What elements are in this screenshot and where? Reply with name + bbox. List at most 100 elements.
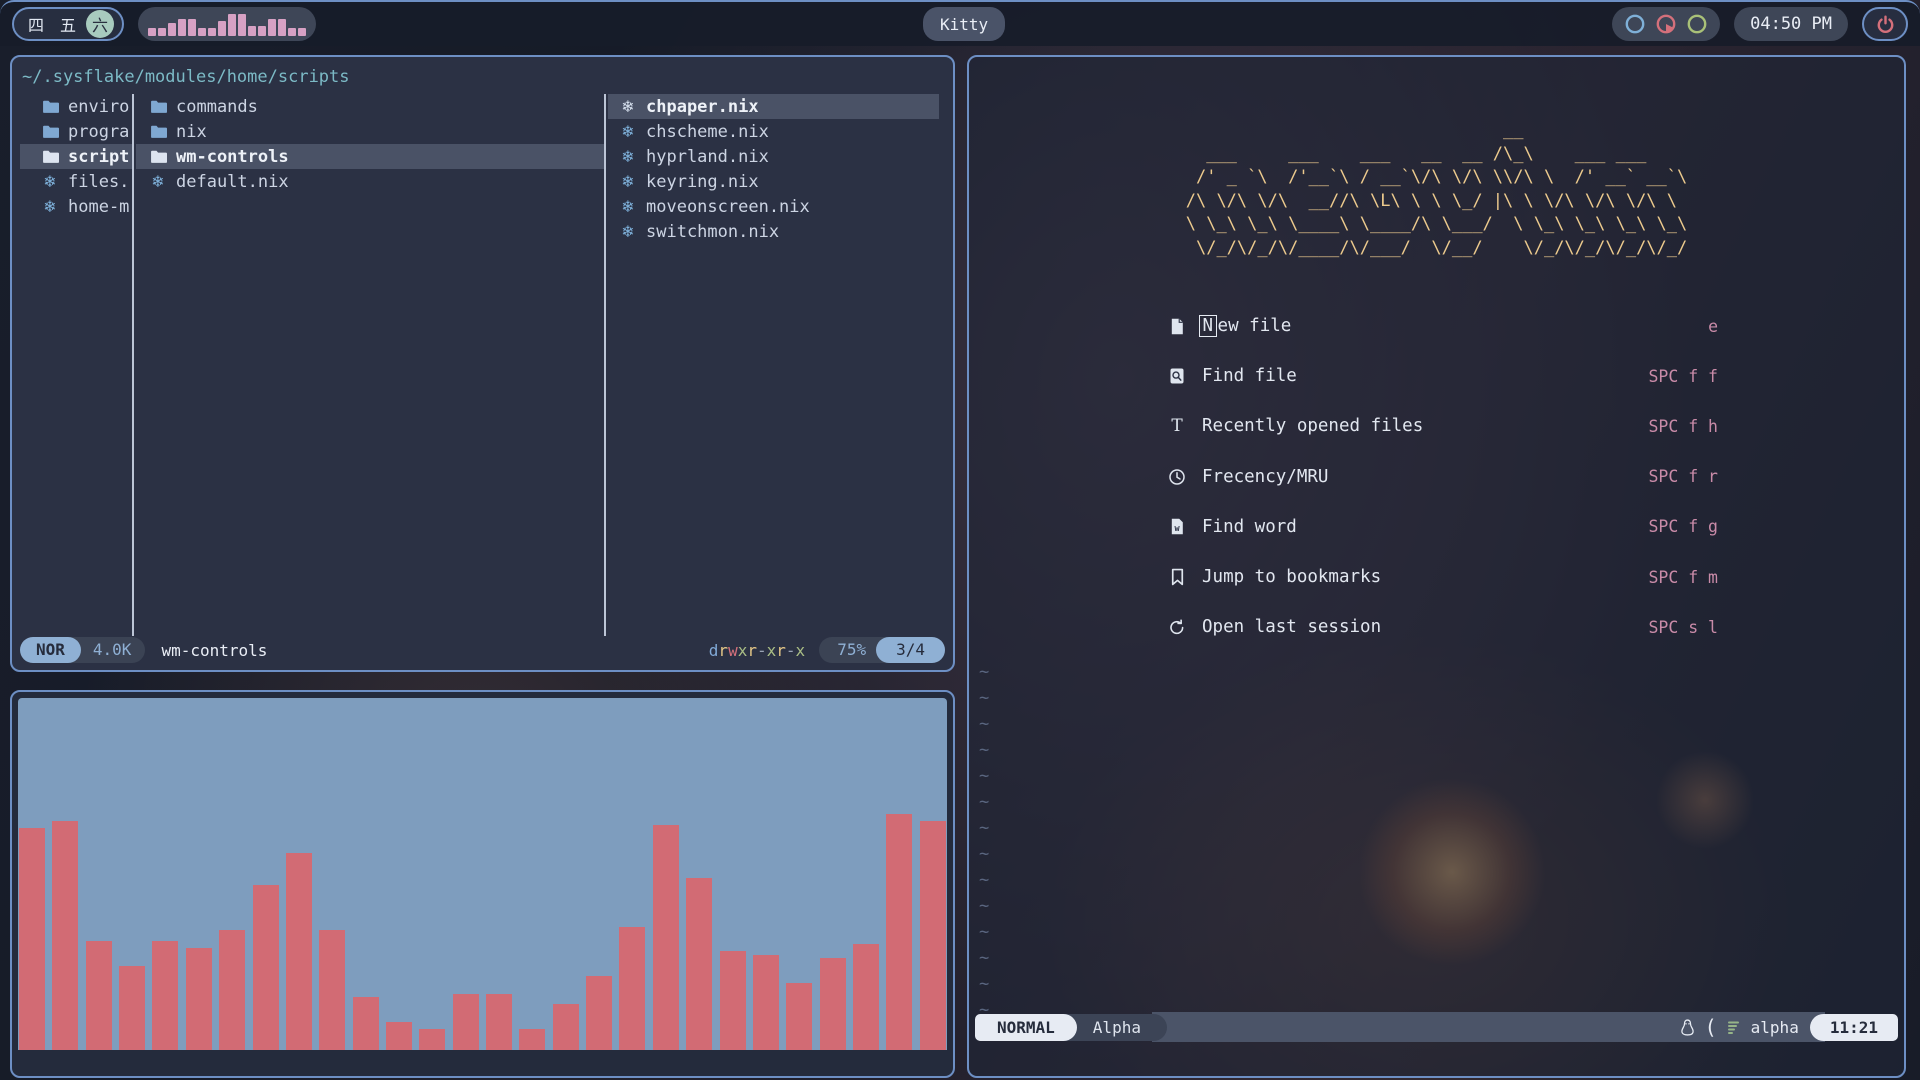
dashboard-item-frecency-mru[interactable]: Frecency/MRUSPC f r: [1165, 462, 1718, 492]
file-label: chpaper.nix: [646, 97, 759, 117]
graph-bar: [178, 19, 186, 36]
workspace-button[interactable]: 四: [22, 10, 50, 38]
top-bar: 四五六 Kitty 04:50 PM: [0, 0, 1920, 46]
power-button[interactable]: [1862, 7, 1908, 41]
file-item[interactable]: ❄files.: [40, 169, 132, 194]
menu-label: Jump to bookmarks: [1202, 567, 1381, 587]
viz-bar: [152, 941, 178, 1050]
file-manager-statusbar: NOR 4.0K wm-controls drwxr-xr-x 75% 3/4: [20, 636, 945, 664]
dashboard-item-recently-opened-files[interactable]: TRecently opened filesSPC f h: [1165, 411, 1718, 441]
file-item[interactable]: nix: [148, 119, 604, 144]
block-cursor: N: [1199, 315, 1217, 337]
folder-icon: [148, 149, 168, 164]
file-label: moveonscreen.nix: [646, 197, 810, 217]
empty-line-tilde: ~: [979, 922, 989, 942]
graph-bar: [288, 28, 296, 36]
file-item[interactable]: ❄ moveonscreen.nix: [618, 194, 939, 219]
empty-line-tilde: ~: [979, 974, 989, 994]
menu-label: Find file: [1202, 366, 1297, 386]
menu-shortcut: SPC f f: [1648, 367, 1718, 386]
column-divider: [132, 94, 134, 636]
statusline-clock: 11:21: [1810, 1014, 1898, 1041]
file-manager-window: ~/.sysflake/modules/home/scripts envirop…: [10, 55, 955, 672]
file-label: commands: [176, 97, 258, 117]
menu-label: New file: [1202, 316, 1291, 336]
status-indicators[interactable]: [1612, 7, 1720, 41]
file-label: enviro: [68, 97, 129, 117]
viz-bar: [519, 1029, 545, 1050]
file-item[interactable]: ❄default.nix: [148, 169, 604, 194]
preview-column: ❄chpaper.nix❄chscheme.nix❄hyprland.nix❄k…: [608, 94, 939, 630]
folder-icon: [40, 149, 60, 164]
file-item[interactable]: wm-controls: [136, 144, 604, 169]
graph-bar: [148, 28, 156, 36]
lines-icon: [1727, 1020, 1741, 1035]
menu-shortcut: SPC f r: [1648, 467, 1718, 486]
viz-bar: [920, 821, 946, 1050]
topbar-graph-widget: [138, 7, 316, 41]
dashboard-item-jump-to-bookmarks[interactable]: Jump to bookmarks SPC f m: [1165, 562, 1718, 592]
nix-icon: ❄: [618, 224, 638, 240]
file-label: keyring.nix: [646, 172, 759, 192]
file-label: nix: [176, 122, 207, 142]
viz-bar: [686, 878, 712, 1050]
file-label: hyprland.nix: [646, 147, 769, 167]
file-item[interactable]: ❄ chscheme.nix: [618, 119, 939, 144]
workspace-switcher[interactable]: 四五六: [12, 7, 124, 41]
viz-bar: [486, 994, 512, 1050]
viz-bar: [52, 821, 78, 1050]
menu-label: Open last session: [1202, 617, 1381, 637]
empty-line-tilde: ~: [979, 818, 989, 838]
menu-label: Find word: [1202, 517, 1297, 537]
file-item[interactable]: ❄switchmon.nix: [618, 219, 939, 244]
bookmarks-icon: [1165, 568, 1189, 586]
nix-icon: ❄: [618, 149, 638, 165]
dashboard-item-open-last-session[interactable]: Open last sessionSPC s l: [1165, 612, 1718, 642]
viz-bar: [253, 885, 279, 1050]
viz-bar: [586, 976, 612, 1050]
workspace-button[interactable]: 六: [86, 10, 114, 38]
workspace-button[interactable]: 五: [54, 10, 82, 38]
viz-bar: [853, 944, 879, 1050]
viz-bar: [886, 814, 912, 1050]
menu-shortcut: e: [1708, 317, 1718, 336]
dashboard-item-new-file[interactable]: New file e: [1165, 311, 1718, 341]
file-item[interactable]: progra: [40, 119, 132, 144]
nix-icon: ❄: [618, 174, 638, 190]
file-item[interactable]: enviro: [40, 94, 132, 119]
nix-icon: ❄: [40, 199, 60, 215]
empty-line-tilde: ~: [979, 896, 989, 916]
file-item[interactable]: ❄ keyring.nix: [618, 169, 939, 194]
menu-shortcut: SPC f h: [1648, 417, 1718, 436]
red-pie-circle-icon: [1655, 13, 1677, 35]
viz-bar: [319, 930, 345, 1050]
desktop: { "colors": { "accent_border": "#6d8fc4"…: [0, 0, 1920, 1080]
blue-circle-icon: [1624, 13, 1646, 35]
empty-line-tilde: ~: [979, 792, 989, 812]
vim-mode-badge: NORMAL: [975, 1014, 1077, 1041]
file-item[interactable]: ❄ hyprland.nix: [618, 144, 939, 169]
folder-icon: [148, 99, 168, 114]
nix-icon: ❄: [618, 124, 638, 140]
buffer-name: alpha: [1751, 1018, 1799, 1037]
menu-shortcut: SPC f m: [1648, 568, 1718, 587]
file-label: files.: [68, 172, 129, 192]
nix-icon: ❄: [618, 199, 638, 215]
file-label: progra: [68, 122, 129, 142]
current-column: commands nixwm-controls❄default.nix: [136, 94, 604, 630]
file-item[interactable]: commands: [148, 94, 604, 119]
dashboard-item-find-word[interactable]: wFind wordSPC f g: [1165, 512, 1718, 542]
viz-bar: [453, 994, 479, 1050]
tux-icon: [1680, 1019, 1695, 1036]
file-item[interactable]: ❄home-m: [40, 194, 132, 219]
last-session-icon: [1165, 618, 1189, 636]
selected-file-name: wm-controls: [161, 641, 267, 660]
statusline-bar: ( alpha: [1152, 1012, 1825, 1042]
file-item[interactable]: script: [20, 144, 132, 169]
file-item[interactable]: ❄chpaper.nix: [608, 94, 939, 119]
folder-icon: [148, 124, 168, 139]
dashboard-item-find-file[interactable]: Find file SPC f f: [1165, 361, 1718, 391]
viz-bar: [219, 930, 245, 1050]
file-label: chscheme.nix: [646, 122, 769, 142]
graph-bar: [298, 28, 306, 36]
